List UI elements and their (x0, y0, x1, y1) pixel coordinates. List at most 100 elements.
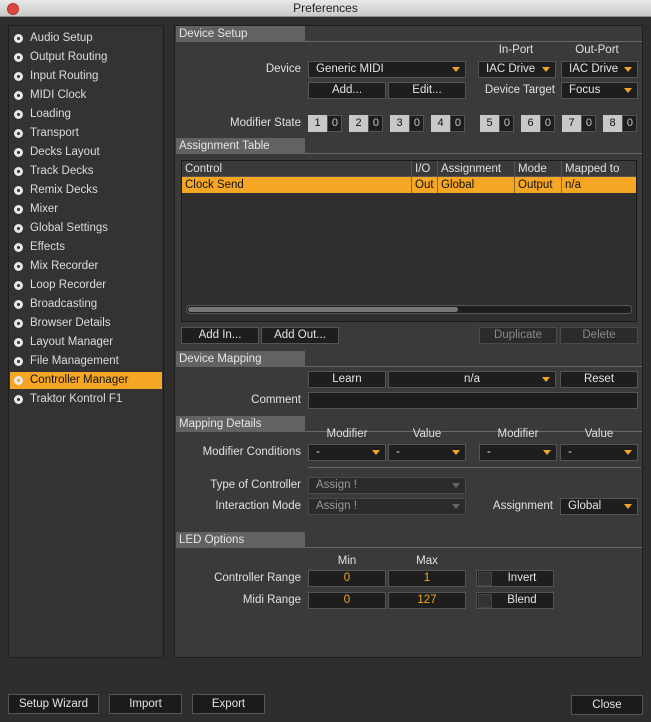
sidebar-item-controller-manager[interactable]: Controller Manager (10, 372, 162, 389)
duplicate-button[interactable]: Duplicate (479, 327, 557, 344)
modifier-5[interactable]: 50 (480, 115, 514, 132)
modifier-3[interactable]: 30 (390, 115, 424, 132)
assignment-dropdown[interactable]: Global (560, 498, 638, 515)
modifier-value[interactable]: 0 (327, 115, 342, 132)
blend-checkbox[interactable] (478, 594, 492, 608)
modifier-6[interactable]: 60 (521, 115, 555, 132)
add-device-button[interactable]: Add... (308, 82, 386, 99)
condition2-value: - (568, 446, 572, 458)
modifier-header-2: Modifier (497, 428, 539, 440)
midi-range-max-field[interactable]: 127 (388, 592, 466, 609)
modifier-value[interactable]: 0 (368, 115, 383, 132)
section-divider (305, 153, 642, 154)
sidebar-item-decks-layout[interactable]: Decks Layout (10, 144, 162, 161)
modifier-1[interactable]: 10 (308, 115, 342, 132)
device-dropdown[interactable]: Generic MIDI (308, 61, 466, 78)
condition2-modifier-dropdown[interactable]: - (479, 444, 557, 461)
divider (308, 467, 641, 468)
add-out-button[interactable]: Add Out... (261, 327, 339, 344)
comment-field[interactable] (308, 392, 638, 409)
reset-button[interactable]: Reset (560, 371, 638, 388)
export-button[interactable]: Export (192, 694, 265, 714)
sidebar-item-remix-decks[interactable]: Remix Decks (10, 182, 162, 199)
assignment-table[interactable]: Control I/O Assignment Mode Mapped to Cl… (181, 160, 637, 322)
sidebar-item-midi-clock[interactable]: MIDI Clock (10, 87, 162, 104)
add-in-button[interactable]: Add In... (181, 327, 259, 344)
sidebar-item-label: Traktor Kontrol F1 (30, 393, 123, 405)
sidebar-item-output-routing[interactable]: Output Routing (10, 49, 162, 66)
modifier-4[interactable]: 40 (431, 115, 465, 132)
assignment-label: Assignment (492, 500, 553, 512)
column-header-mode[interactable]: Mode (515, 161, 562, 177)
modifier-value[interactable]: 0 (409, 115, 424, 132)
sidebar-item-effects[interactable]: Effects (10, 239, 162, 256)
inport-dropdown[interactable]: IAC Drive (478, 61, 556, 78)
outport-dropdown[interactable]: IAC Drive (561, 61, 638, 78)
sidebar-item-file-management[interactable]: File Management (10, 353, 162, 370)
condition1-value-dropdown[interactable]: - (388, 444, 466, 461)
invert-toggle[interactable]: Invert (476, 570, 554, 587)
condition1-modifier-dropdown[interactable]: - (308, 444, 386, 461)
modifier-value[interactable]: 0 (540, 115, 555, 132)
column-header-assignment[interactable]: Assignment (438, 161, 515, 177)
sidebar-item-broadcasting[interactable]: Broadcasting (10, 296, 162, 313)
sidebar-item-transport[interactable]: Transport (10, 125, 162, 142)
learn-button[interactable]: Learn (308, 371, 386, 388)
modifier-value[interactable]: 0 (499, 115, 514, 132)
chevron-down-icon (624, 504, 632, 509)
type-of-controller-dropdown[interactable]: Assign ! (308, 477, 466, 494)
table-row[interactable]: Clock Send Out Global Output n/a (182, 177, 636, 193)
blend-toggle[interactable]: Blend (476, 592, 554, 609)
sidebar-item-label: Global Settings (30, 222, 108, 234)
sidebar-item-global-settings[interactable]: Global Settings (10, 220, 162, 237)
modifier-7[interactable]: 70 (562, 115, 596, 132)
controller-range-min-field[interactable]: 0 (308, 570, 386, 587)
close-window-icon[interactable] (7, 3, 19, 15)
midi-range-min-field[interactable]: 0 (308, 592, 386, 609)
modifier-value[interactable]: 0 (581, 115, 596, 132)
sidebar-item-track-decks[interactable]: Track Decks (10, 163, 162, 180)
cell-io: Out (412, 177, 438, 193)
cell-assignment: Global (438, 177, 515, 193)
chevron-down-icon (624, 67, 632, 72)
column-header-io[interactable]: I/O (412, 161, 438, 177)
radio-bullet-icon (14, 395, 23, 404)
modifier-number: 7 (562, 115, 586, 132)
scrollbar-thumb[interactable] (188, 307, 458, 312)
modifier-value[interactable]: 0 (450, 115, 465, 132)
condition2-value-dropdown[interactable]: - (560, 444, 638, 461)
mapping-dropdown[interactable]: n/a (388, 371, 556, 388)
invert-checkbox[interactable] (478, 572, 492, 586)
controller-range-max-field[interactable]: 1 (388, 570, 466, 587)
sidebar-item-input-routing[interactable]: Input Routing (10, 68, 162, 85)
device-target-dropdown[interactable]: Focus (561, 82, 638, 99)
column-header-control[interactable]: Control (182, 161, 412, 177)
setup-wizard-button[interactable]: Setup Wizard (8, 694, 99, 714)
import-button[interactable]: Import (109, 694, 182, 714)
sidebar-item-traktor-kontrol-f1[interactable]: Traktor Kontrol F1 (10, 391, 162, 408)
chevron-down-icon (624, 88, 632, 93)
modifier-2[interactable]: 20 (349, 115, 383, 132)
sidebar-item-browser-details[interactable]: Browser Details (10, 315, 162, 332)
modifier-number: 1 (308, 115, 332, 132)
column-header-mapped-to[interactable]: Mapped to (562, 161, 636, 177)
interaction-mode-dropdown[interactable]: Assign ! (308, 498, 466, 515)
close-button[interactable]: Close (571, 695, 643, 715)
sidebar-item-loading[interactable]: Loading (10, 106, 162, 123)
modifier-number: 6 (521, 115, 545, 132)
chevron-down-icon (624, 450, 632, 455)
sidebar-item-mixer[interactable]: Mixer (10, 201, 162, 218)
sidebar-item-label: Mix Recorder (30, 260, 99, 272)
sidebar-item-audio-setup[interactable]: Audio Setup (10, 30, 162, 47)
delete-button[interactable]: Delete (560, 327, 638, 344)
sidebar-item-loop-recorder[interactable]: Loop Recorder (10, 277, 162, 294)
modifier-8[interactable]: 80 (603, 115, 637, 132)
modifier-value[interactable]: 0 (622, 115, 637, 132)
sidebar-item-layout-manager[interactable]: Layout Manager (10, 334, 162, 351)
sidebar-item-mix-recorder[interactable]: Mix Recorder (10, 258, 162, 275)
modifier-number: 8 (603, 115, 627, 132)
horizontal-scrollbar[interactable] (186, 305, 632, 314)
sidebar-item-label: Transport (30, 127, 79, 139)
edit-device-button[interactable]: Edit... (388, 82, 466, 99)
device-target-value: Focus (569, 84, 601, 96)
